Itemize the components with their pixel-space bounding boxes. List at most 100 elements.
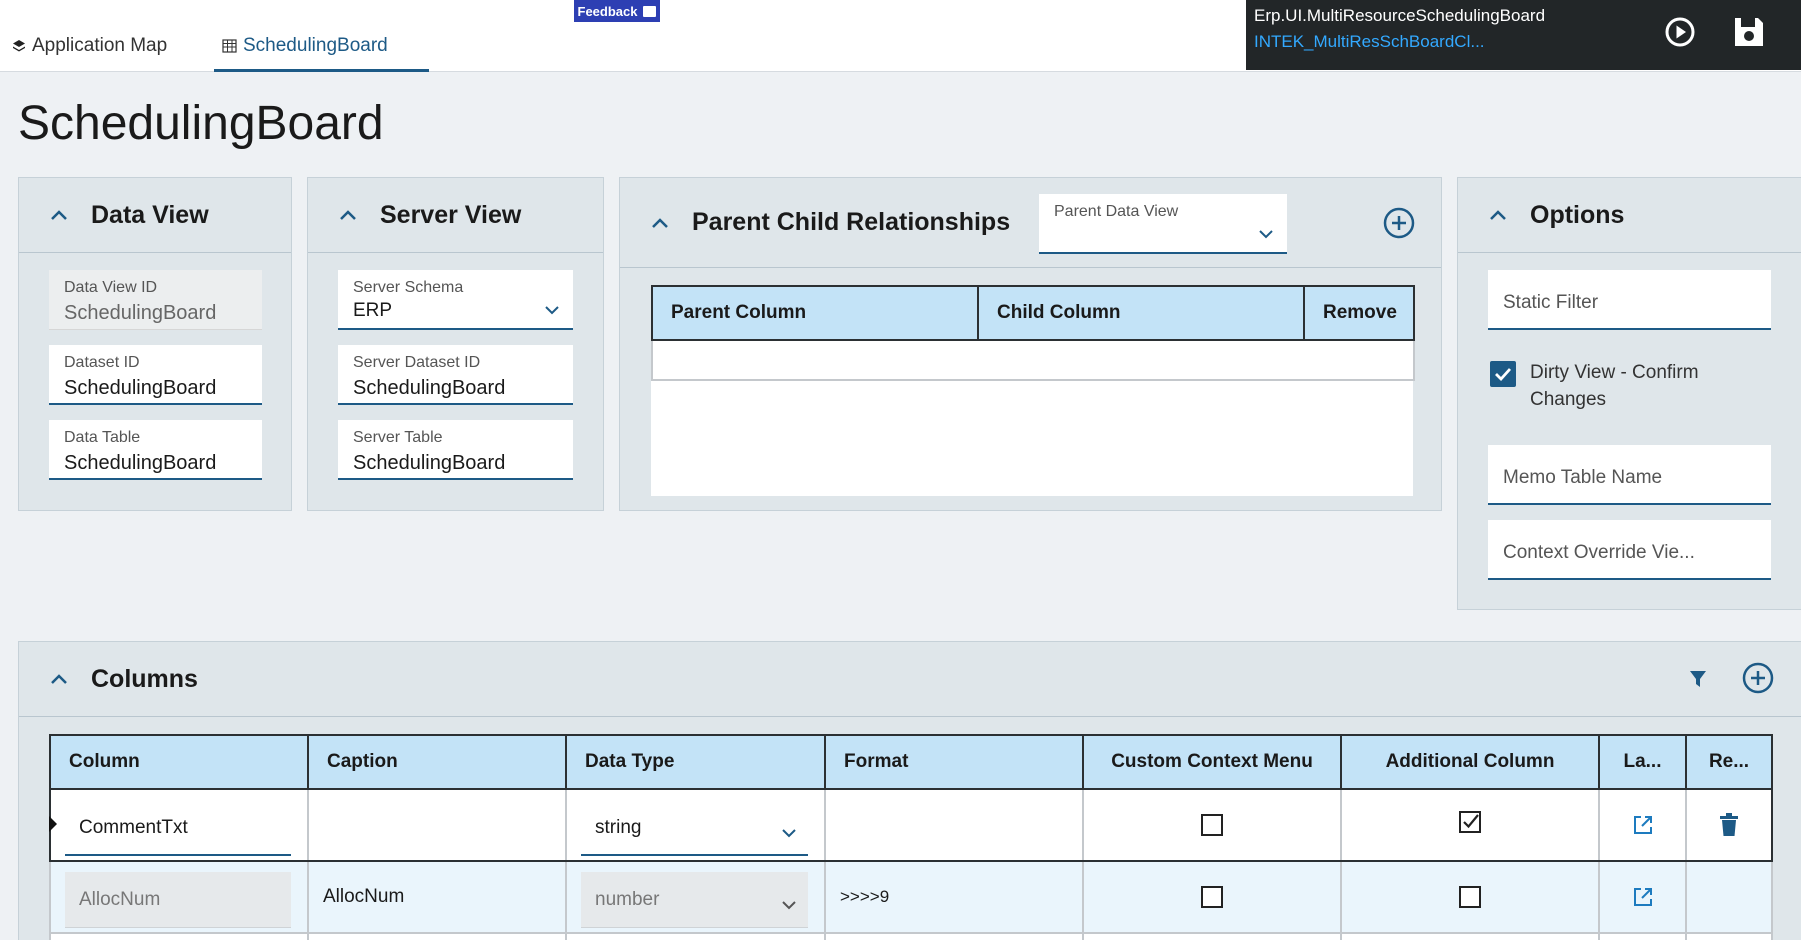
dirty-view-checkbox[interactable]: Dirty View - Confirm Changes xyxy=(1490,361,1720,413)
trash-icon[interactable] xyxy=(1719,813,1739,837)
column-header[interactable]: La... xyxy=(1598,734,1687,790)
field-label: Server Dataset ID xyxy=(353,354,481,371)
field-value: SchedulingBoard xyxy=(64,377,217,399)
save-button[interactable] xyxy=(1731,14,1767,50)
tab-schedulingboard-label: SchedulingBoard xyxy=(243,35,388,56)
context-override-field[interactable]: Context Override Vie... xyxy=(1488,520,1771,580)
static-filter-field[interactable]: Static Filter xyxy=(1488,270,1771,330)
column-header[interactable]: Parent Column xyxy=(651,285,979,341)
caption-cell[interactable] xyxy=(307,788,567,862)
format-cell[interactable]: >>>>9 xyxy=(824,860,1084,934)
column-header[interactable]: Child Column xyxy=(977,285,1305,341)
server-dataset-id-field[interactable]: Server Dataset ID SchedulingBoard xyxy=(338,345,573,405)
server-schema-select[interactable]: Server Schema ERP xyxy=(338,270,573,330)
columns-panel: Columns Column Caption Data Type Format … xyxy=(18,641,1801,940)
server-view-header[interactable]: Server View xyxy=(308,178,603,253)
field-value: SchedulingBoard xyxy=(353,452,506,474)
format-cell[interactable] xyxy=(824,932,1084,940)
open-external-icon[interactable] xyxy=(1632,886,1654,908)
cell-value: AllocNum xyxy=(323,886,405,907)
chevron-up-icon[interactable] xyxy=(49,669,69,689)
run-button[interactable] xyxy=(1662,14,1698,50)
custom-context-menu-cell xyxy=(1082,860,1342,934)
layer-name-link[interactable]: INTEK_MultiResSchBoardCl... xyxy=(1254,32,1485,52)
cell-value: string xyxy=(595,817,642,838)
column-header[interactable]: Caption xyxy=(307,734,567,790)
columns-table: Column Caption Data Type Format Custom C… xyxy=(49,734,1773,940)
field-label: Parent Data View xyxy=(1054,203,1179,220)
field-label: Server Table xyxy=(353,429,443,446)
layout-cell xyxy=(1598,860,1687,934)
field-placeholder: Static Filter xyxy=(1503,292,1599,313)
additional-column-cell xyxy=(1340,860,1600,934)
tab-application-map-label: Application Map xyxy=(32,35,168,56)
caption-cell[interactable] xyxy=(307,932,567,940)
top-bar: Application Map SchedulingBoard Feedback… xyxy=(0,0,1801,72)
caption-cell[interactable]: AllocNum xyxy=(307,860,567,934)
options-header[interactable]: Options xyxy=(1458,178,1801,253)
checkbox-unchecked-icon[interactable] xyxy=(1459,886,1481,908)
column-cell xyxy=(49,932,309,940)
chevron-up-icon[interactable] xyxy=(650,213,670,233)
data-view-header[interactable]: Data View xyxy=(19,178,291,253)
dirty-view-label: Dirty View - Confirm Changes xyxy=(1530,362,1699,410)
layers-icon xyxy=(12,39,26,56)
chevron-down-icon[interactable] xyxy=(782,822,796,844)
server-view-panel: Server View Server Schema ERP Server Dat… xyxy=(307,177,604,511)
play-circle-icon xyxy=(1665,17,1695,47)
data-table-field[interactable]: Data Table SchedulingBoard xyxy=(49,420,262,480)
page-title: SchedulingBoard xyxy=(18,97,384,150)
chevron-down-icon[interactable] xyxy=(545,302,559,320)
column-name-input[interactable]: CommentTxt xyxy=(65,800,291,856)
checkbox-checked-icon[interactable] xyxy=(1458,810,1482,840)
column-header[interactable]: Format xyxy=(824,734,1084,790)
data-type-select[interactable]: string xyxy=(581,800,808,856)
dataset-id-field[interactable]: Dataset ID SchedulingBoard xyxy=(49,345,262,405)
server-table-field[interactable]: Server Table SchedulingBoard xyxy=(338,420,573,480)
memo-table-name-field[interactable]: Memo Table Name xyxy=(1488,445,1771,505)
columns-header[interactable]: Columns xyxy=(19,642,1801,717)
table-row[interactable]: CommentTxt string xyxy=(49,788,1773,862)
layout-cell xyxy=(1598,788,1687,862)
custom-context-menu-cell xyxy=(1082,932,1342,940)
table-row[interactable]: AllocNum AllocNum number >>>>9 xyxy=(49,860,1773,934)
field-value: SchedulingBoard xyxy=(64,302,217,324)
additional-column-cell xyxy=(1340,788,1600,862)
column-header[interactable]: Column xyxy=(49,734,309,790)
add-relationship-button[interactable] xyxy=(1383,207,1415,244)
field-label: Dataset ID xyxy=(64,354,140,371)
parent-data-view-select[interactable]: Parent Data View xyxy=(1039,194,1287,254)
relationships-table: Parent Column Child Column Remove xyxy=(651,285,1415,381)
chevron-up-icon[interactable] xyxy=(49,205,69,225)
filter-button[interactable] xyxy=(1688,669,1708,694)
panel-title: Data View xyxy=(91,200,209,229)
feedback-button[interactable]: Feedback xyxy=(574,0,660,22)
open-external-icon[interactable] xyxy=(1632,814,1654,836)
format-cell[interactable] xyxy=(824,788,1084,862)
cell-value: >>>>9 xyxy=(840,887,890,906)
comment-icon xyxy=(643,5,657,17)
column-cell: AllocNum xyxy=(49,860,309,934)
column-header[interactable]: Additional Column xyxy=(1340,734,1600,790)
tab-application-map[interactable]: Application Map xyxy=(12,30,167,72)
field-placeholder: Context Override Vie... xyxy=(1503,542,1695,563)
add-column-button[interactable] xyxy=(1742,662,1774,699)
column-name-input: AllocNum xyxy=(65,872,291,928)
field-value: SchedulingBoard xyxy=(64,452,217,474)
data-type-select: number xyxy=(581,872,808,928)
checkbox-unchecked-icon[interactable] xyxy=(1201,886,1223,908)
column-header[interactable]: Data Type xyxy=(565,734,826,790)
column-header[interactable]: Custom Context Menu xyxy=(1082,734,1342,790)
chevron-up-icon[interactable] xyxy=(1488,205,1508,225)
column-header[interactable]: Re... xyxy=(1685,734,1773,790)
save-icon xyxy=(1735,18,1763,46)
checkbox-unchecked-icon[interactable] xyxy=(1201,814,1223,836)
column-cell: CommentTxt xyxy=(49,788,309,862)
chevron-up-icon[interactable] xyxy=(338,205,358,225)
tab-schedulingboard[interactable]: SchedulingBoard xyxy=(214,30,429,72)
parent-child-header[interactable]: Parent Child Relationships xyxy=(620,178,1441,268)
chevron-down-icon[interactable] xyxy=(1259,226,1273,244)
checkbox-checked-icon[interactable] xyxy=(1490,361,1516,387)
column-header[interactable]: Remove xyxy=(1303,285,1415,341)
table-row[interactable] xyxy=(49,932,1773,940)
